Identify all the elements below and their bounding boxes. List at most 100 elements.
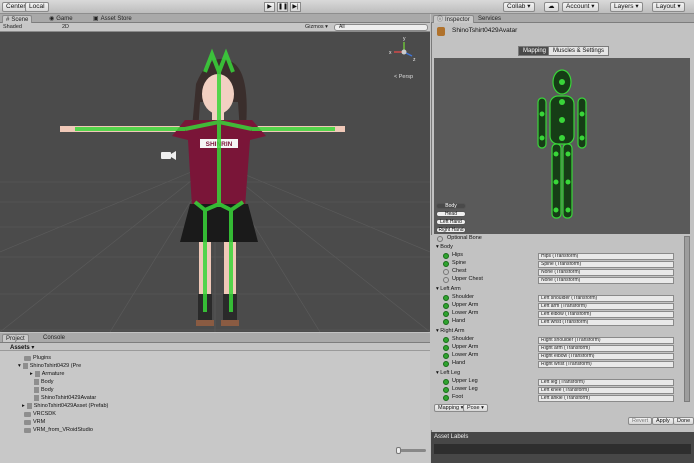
account-button[interactable]: Account ▾ (562, 2, 599, 12)
bone-field-left-lower-arm[interactable]: Left elbow (Transform) (538, 311, 674, 318)
game-tab-icon: ◉ (49, 16, 55, 22)
asset-labels-strip (434, 444, 691, 454)
layout-label: Layout ▾ (656, 3, 681, 10)
step-icon: ▶| (292, 4, 299, 10)
project-tabs: Project Console (0, 333, 430, 343)
asset-labels-panel: Asset Labels (431, 432, 694, 463)
shading-mode-dropdown[interactable]: Shaded (3, 23, 22, 32)
tree-item-avatar[interactable]: ShinoTshirt0429Avatar (34, 394, 96, 402)
collab-label: Collab ▾ (507, 3, 531, 10)
tree-item-body[interactable]: Body (34, 386, 54, 394)
local-global-button[interactable]: Local (25, 2, 49, 12)
revert-button[interactable]: Revert (628, 417, 653, 425)
bone-list-scrollbar[interactable] (684, 236, 690, 402)
bone-field-hips[interactable]: Hips (Transform) (538, 253, 674, 260)
bone-status-icon (443, 277, 449, 283)
collab-button[interactable]: Collab ▾ (503, 2, 535, 12)
done-button[interactable]: Done (673, 417, 694, 425)
tree-item-label: Body (41, 387, 54, 393)
tree-item-body[interactable]: Body (34, 378, 54, 386)
right-hand-view-button[interactable]: Right Hand (436, 227, 466, 233)
cloud-button[interactable]: ☁ (544, 2, 559, 12)
camera-icon (161, 151, 176, 160)
tab-game[interactable]: ◉ Game (46, 15, 76, 23)
bone-label-spine: Spine (452, 260, 467, 266)
play-button[interactable]: ▶ (264, 2, 275, 12)
bone-label-hips: Hips (452, 252, 464, 258)
tree-item-vrm[interactable]: VRM (24, 418, 45, 426)
bone-field-left-upper-leg[interactable]: Left leg (Transform) (538, 379, 674, 386)
section-left-arm[interactable]: ▾ Left Arm (436, 286, 461, 293)
tab-console-label: Console (43, 335, 66, 341)
bone-label-left-foot: Foot (452, 394, 464, 400)
section-right-arm[interactable]: ▾ Right Arm (436, 328, 464, 335)
orientation-gizmo-icon: y x z < Persp (389, 36, 416, 80)
head-view-button[interactable]: Head (436, 211, 466, 217)
bone-label-chest: Chest (452, 268, 467, 274)
step-button[interactable]: ▶| (290, 2, 301, 12)
bone-field-right-upper-arm[interactable]: Right arm (Transform) (538, 345, 674, 352)
asset-labels-title: Asset Labels (434, 434, 469, 440)
bone-field-left-hand[interactable]: Left wrist (Transform) (538, 319, 674, 326)
bone-label-right-lower-arm: Lower Arm (452, 352, 479, 358)
bone-field-right-lower-arm[interactable]: Right elbow (Transform) (538, 353, 674, 360)
pause-button[interactable]: ❚❚ (277, 2, 288, 12)
mapping-tab-button[interactable]: Mapping (518, 46, 552, 56)
layout-button[interactable]: Layout ▾ (652, 2, 685, 12)
bone-status-icon (443, 337, 449, 343)
bone-status-icon (443, 387, 449, 393)
cloud-icon: ☁ (548, 3, 555, 10)
tab-game-label: Game (56, 16, 73, 22)
gizmos-dropdown[interactable]: Gizmos ▾ (305, 23, 328, 32)
folder-icon (24, 419, 31, 425)
bone-field-spine[interactable]: Spine (Transform) (538, 261, 674, 268)
bone-field-chest[interactable]: None (Transform) (538, 269, 674, 276)
2d-toggle[interactable]: 2D (62, 23, 69, 32)
tab-console[interactable]: Console (40, 334, 68, 342)
tree-item-asset[interactable]: ▸ ShinoTshirt0429Asset (Prefab) (22, 402, 108, 410)
inspector-title: ShinoTshirt0429Avatar (452, 27, 518, 34)
bone-field-left-lower-leg[interactable]: Left knee (Transform) (538, 387, 674, 394)
expand-arrow-icon: ▸ (30, 371, 33, 377)
bone-field-upper-chest[interactable]: None (Transform) (538, 277, 674, 284)
avatar-icon (34, 395, 39, 401)
tab-inspector[interactable]: ⓘ Inspector (433, 15, 474, 23)
apply-label: Apply (656, 418, 670, 424)
bone-field-right-shoulder[interactable]: Right shoulder (Transform) (538, 337, 674, 344)
tree-item-prefab[interactable]: ▾ ShinoTshirt0429 (Pre (18, 362, 81, 370)
tab-scene[interactable]: # Scene (2, 15, 33, 23)
bone-status-icon (443, 311, 449, 317)
section-body[interactable]: ▾ Body (436, 244, 453, 251)
bone-status-icon (443, 319, 449, 325)
bone-label-left-shoulder: Shoulder (452, 294, 475, 300)
bone-field-left-shoulder[interactable]: Left shoulder (Transform) (538, 295, 674, 302)
head-view-label: Head (445, 211, 457, 217)
tree-item-vrm-from-vroid[interactable]: VRM_from_VRoidStudio (24, 426, 93, 434)
pose-dropdown[interactable]: Pose ▾ (463, 404, 488, 412)
tree-item-armature[interactable]: ▸ Armature (30, 370, 64, 378)
tree-item-label: ShinoTshirt0429Asset (Prefab) (33, 403, 109, 409)
bone-field-left-foot[interactable]: Left ankle (Transform) (538, 395, 674, 402)
layers-button[interactable]: Layers ▾ (610, 2, 643, 12)
avatar-asset-icon (437, 27, 445, 36)
section-left-leg[interactable]: ▾ Left Leg (436, 370, 460, 377)
tab-asset-store[interactable]: ▣ Asset Store (90, 15, 135, 23)
bone-field-left-upper-arm[interactable]: Left arm (Transform) (538, 303, 674, 310)
scene-viewport[interactable]: SHINRIN y x z < Persp (0, 32, 430, 332)
bone-label-right-shoulder: Shoulder (452, 336, 475, 342)
optional-bone-label: Optional Bone (447, 235, 482, 241)
assets-header[interactable]: Assets ▾ (10, 344, 34, 351)
bone-field-right-hand[interactable]: Right wrist (Transform) (538, 361, 674, 368)
left-hand-view-button[interactable]: Left Hand (436, 219, 466, 225)
icon-size-slider-thumb[interactable] (396, 447, 401, 454)
apply-button[interactable]: Apply (652, 417, 674, 425)
tree-item-vrcsdk[interactable]: VRCSDK (24, 410, 56, 418)
tree-item-plugins[interactable]: Plugins (24, 354, 51, 362)
local-label: Local (29, 3, 45, 10)
tab-services[interactable]: Services (475, 15, 504, 23)
tab-project[interactable]: Project (2, 334, 29, 342)
scene-search-input[interactable]: All (334, 24, 428, 31)
pose-dropdown-label: Pose ▾ (467, 405, 484, 411)
body-view-button[interactable]: Body (436, 203, 466, 209)
muscles-settings-tab-button[interactable]: Muscles & Settings (548, 46, 610, 56)
